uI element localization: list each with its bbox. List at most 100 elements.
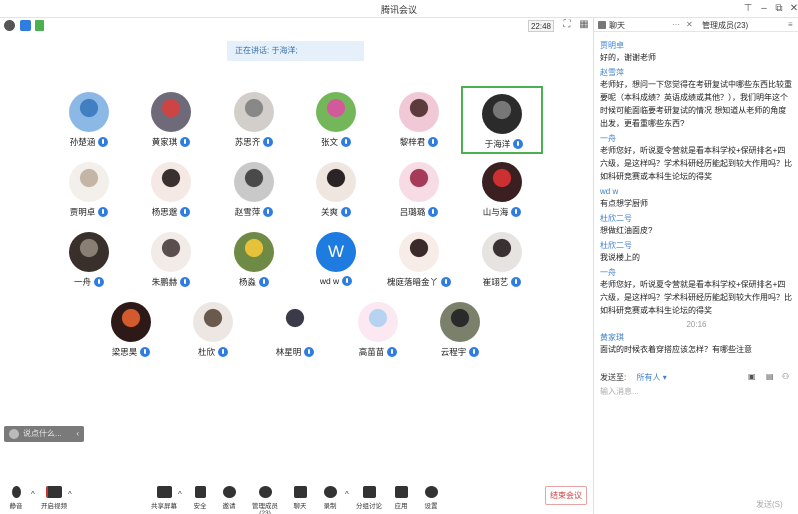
participant-tile[interactable]: 梁思昊 xyxy=(90,296,172,364)
microphone-icon xyxy=(263,136,274,147)
participant-tile[interactable]: 黄家琪 xyxy=(130,86,212,154)
security-button[interactable]: 安全 xyxy=(184,486,216,510)
participant-tile[interactable]: 高苗苗 xyxy=(337,296,419,364)
message-sender[interactable]: 一舟 xyxy=(600,133,793,144)
settings-button[interactable]: 设置 xyxy=(415,486,447,510)
message-sender[interactable]: 一舟 xyxy=(600,267,793,278)
fullscreen-icon[interactable]: ⛶ xyxy=(561,19,573,30)
participant-tile[interactable]: 苏思齐 xyxy=(213,86,295,154)
pin-icon[interactable]: ⊤ xyxy=(740,2,756,16)
message-sender[interactable]: 贾明卓 xyxy=(600,40,793,51)
info-icon[interactable] xyxy=(4,20,15,31)
microphone-icon xyxy=(94,276,104,287)
participant-name: 苏思齐 xyxy=(213,136,295,148)
participant-name-text: 黎梓君 xyxy=(399,137,426,147)
mute-options-chevron-icon[interactable]: ^ xyxy=(31,490,35,499)
send-to-label: 发送至: xyxy=(600,373,627,382)
video-button[interactable]: 开启视频 xyxy=(38,486,70,510)
message-text: 有点想学厨师 xyxy=(600,199,648,208)
participant-tile[interactable]: 关爽 xyxy=(295,156,377,224)
tab-members[interactable]: 管理成员(23) xyxy=(702,20,748,31)
participant-name: 赵雪萍 xyxy=(213,206,295,218)
participant-tile[interactable]: Wwd w xyxy=(295,226,377,294)
participant-tile[interactable]: 朱鹏赫 xyxy=(130,226,212,294)
quick-message-input[interactable]: 说点什么... ‹ xyxy=(4,426,84,442)
participant-tile[interactable]: 杨淼 xyxy=(213,226,295,294)
apps-button[interactable]: 应用 xyxy=(385,486,417,510)
share-options-chevron-icon[interactable]: ^ xyxy=(178,490,182,499)
participant-tile[interactable]: 赵雪萍 xyxy=(213,156,295,224)
avatar xyxy=(358,302,398,342)
participant-name-text: 孙楚涵 xyxy=(69,137,96,147)
message-sender[interactable]: 赵雪萍 xyxy=(600,67,793,78)
invite-button[interactable]: 邀请 xyxy=(213,486,245,510)
avatar xyxy=(151,162,191,202)
maximize-button[interactable]: ⧉ xyxy=(771,2,787,16)
participant-tile[interactable]: 山与海 xyxy=(461,156,543,224)
manage-members-button[interactable]: 管理成员(23) xyxy=(247,486,283,514)
participant-tile[interactable]: 杨思邈 xyxy=(130,156,212,224)
share-screen-button[interactable]: 共享屏幕 xyxy=(148,486,180,510)
microphone-icon xyxy=(511,276,522,287)
avatar xyxy=(234,162,274,202)
microphone-icon xyxy=(180,206,191,217)
shield-icon[interactable] xyxy=(20,20,31,31)
microphone-icon xyxy=(180,136,191,147)
chat-input[interactable]: 输入消息... xyxy=(600,386,639,397)
message-text: 老师您好，听说夏令营就是看本科学校+保研排名+四六级，是这样吗？学术科研经历能起… xyxy=(600,146,792,181)
breakout-icon xyxy=(362,486,376,498)
avatar xyxy=(399,92,439,132)
tab-chat[interactable]: 聊天 xyxy=(609,20,625,31)
message-sender[interactable]: 黄家琪 xyxy=(600,332,793,343)
layout-icon[interactable]: ▦ xyxy=(578,19,590,30)
message-sender[interactable]: wd w xyxy=(600,186,793,197)
send-to-select[interactable]: 所有人 ▾ xyxy=(636,373,666,382)
record-options-chevron-icon[interactable]: ^ xyxy=(345,490,349,499)
time-separator: 20:16 xyxy=(686,320,707,329)
user-icon[interactable]: ⚇ xyxy=(782,372,789,381)
breakout-button[interactable]: 分组讨论 xyxy=(353,486,385,510)
participant-name-text: 关爽 xyxy=(320,207,338,217)
message-sender[interactable]: 杜欣二号 xyxy=(600,213,793,224)
end-meeting-button[interactable]: 结束会议 xyxy=(545,486,587,505)
chat-button[interactable]: 聊天 xyxy=(284,486,316,510)
participant-tile[interactable]: 云程宇 xyxy=(419,296,501,364)
file-icon[interactable]: ▤ xyxy=(766,372,774,381)
participant-name: 吕璐璐 xyxy=(378,206,460,218)
participant-tile[interactable]: 于海洋 xyxy=(461,86,543,154)
close-button[interactable]: ✕ xyxy=(786,2,798,16)
send-button[interactable]: 发送(S) xyxy=(756,499,783,510)
message-text: 面试的时候衣着穿搭应该怎样？有哪些注意 xyxy=(600,345,752,354)
participant-name-text: 苏思齐 xyxy=(234,137,261,147)
gear-icon xyxy=(424,486,438,498)
microphone-icon xyxy=(11,486,21,498)
participant-tile[interactable]: 一舟 xyxy=(48,226,130,294)
participant-tile[interactable]: 张文 xyxy=(295,86,377,154)
panel-menu-icon[interactable]: ≡ xyxy=(788,20,793,29)
participant-tile[interactable]: 槐庭落暗金丫 xyxy=(378,226,460,294)
participant-tile[interactable]: 黎梓君 xyxy=(378,86,460,154)
share-label: 共享屏幕 xyxy=(151,503,177,510)
participant-tile[interactable]: 孙楚涵 xyxy=(48,86,130,154)
participant-name-text: 吕璐璐 xyxy=(399,207,426,217)
video-options-chevron-icon[interactable]: ^ xyxy=(68,490,72,499)
image-icon[interactable]: ▣ xyxy=(748,372,756,381)
more-options-icon[interactable]: ··· xyxy=(672,20,680,29)
participant-name-text: 杜欣 xyxy=(197,347,215,357)
minimize-button[interactable]: – xyxy=(756,2,772,16)
participant-tile[interactable]: 贾明卓 xyxy=(48,156,130,224)
microphone-icon xyxy=(428,136,439,147)
mute-button[interactable]: 静音 xyxy=(0,486,32,510)
close-chat-icon[interactable]: ✕ xyxy=(686,20,693,29)
participant-name-text: 杨淼 xyxy=(238,277,256,287)
participant-tile[interactable]: 杜欣 xyxy=(172,296,254,364)
message-sender[interactable]: 杜欣二号 xyxy=(600,240,793,251)
panel-tabs: 聊天 ··· ✕ 管理成员(23) ≡ xyxy=(594,18,798,32)
avatar xyxy=(234,232,274,272)
participant-tile[interactable]: 崔翊艺 xyxy=(461,226,543,294)
signal-icon[interactable] xyxy=(35,20,44,31)
participant-tile[interactable]: 吕璐璐 xyxy=(378,156,460,224)
record-button[interactable]: 录制 xyxy=(314,486,346,510)
record-label: 录制 xyxy=(323,503,337,510)
participant-tile[interactable]: 林星明 xyxy=(254,296,336,364)
